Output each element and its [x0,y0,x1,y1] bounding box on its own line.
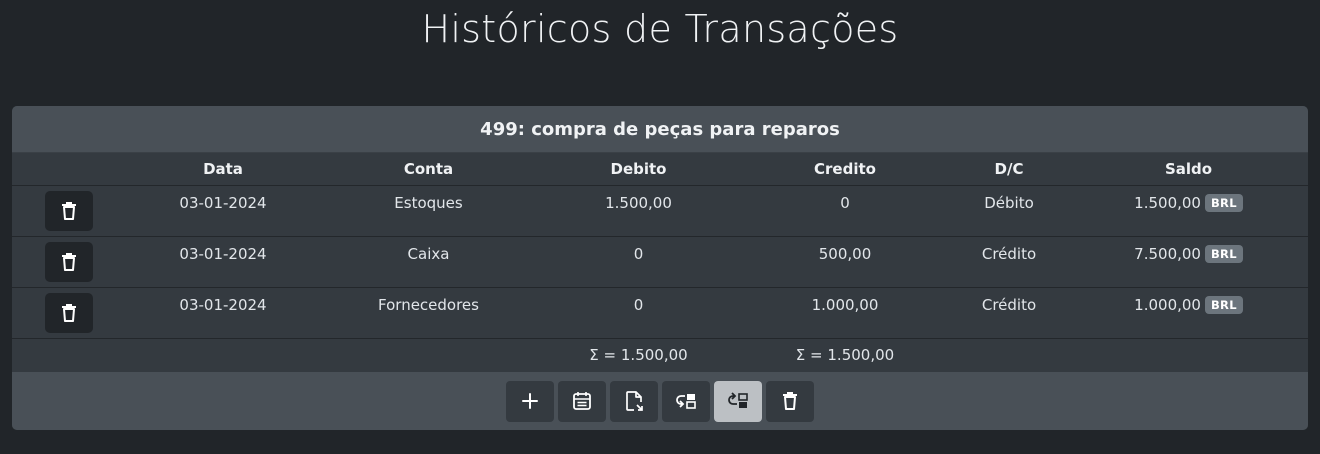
row-date: 03-01-2024 [179,245,267,263]
row-debit: 0 [633,245,644,263]
delete-transaction-button[interactable] [766,380,814,422]
row-date: 03-01-2024 [179,194,267,212]
row-balance: 1.000,00 [1134,296,1201,314]
currency-badge: BRL [1204,245,1243,263]
swap-right-icon [728,392,748,408]
column-header-actions [12,153,125,186]
row-account: Caixa [407,245,450,263]
row-delete-button[interactable] [45,191,93,231]
column-header-balance: Saldo [1069,153,1308,186]
row-delete-button[interactable] [45,242,93,282]
row-delete-button[interactable] [45,293,93,333]
table-row: 03-01-2024 Fornecedores 0 1.000,00 Crédi… [12,287,1308,339]
transaction-header: 499: compra de peças para reparos [12,106,1308,153]
page-title: Históricos de Transações [421,7,899,51]
toolbar [12,372,1308,430]
currency-badge: BRL [1204,296,1243,314]
column-header-dc: D/C [949,153,1069,186]
currency-badge: BRL [1204,194,1243,212]
transaction-card: 499: compra de peças para reparos Data C… [12,106,1308,430]
trash-icon [62,304,76,322]
row-credit: 1.000,00 [811,296,879,314]
table-row: 03-01-2024 Caixa 0 500,00 Crédito 7.500,… [12,236,1308,288]
column-header-credit: Credito [741,153,949,186]
row-credit: 0 [840,194,850,212]
row-balance: 1.500,00 [1134,194,1201,212]
trash-icon [62,253,76,271]
row-credit: 500,00 [818,245,872,263]
total-debit: Σ = 1.500,00 [589,346,688,364]
row-date: 03-01-2024 [179,296,267,314]
trash-icon [62,202,76,220]
calendar-icon [573,392,591,410]
column-header-debit: Debito [536,153,741,186]
row-balance: 7.500,00 [1134,245,1201,263]
row-dc: Débito [984,194,1034,212]
swap-right-button[interactable] [714,380,762,422]
swap-left-button[interactable] [662,380,710,422]
row-dc: Crédito [981,245,1037,263]
transaction-table: Data Conta Debito Credito D/C Saldo 03-0… [12,153,1308,371]
column-header-account: Conta [321,153,536,186]
swap-left-icon [676,394,696,409]
column-header-date: Data [125,153,321,186]
row-dc: Crédito [981,296,1037,314]
file-export-icon [626,391,643,411]
row-account: Fornecedores [378,296,479,314]
add-entry-button[interactable] [506,380,554,422]
plus-icon [522,393,538,409]
totals-row: Σ = 1.500,00 Σ = 1.500,00 [12,339,1308,372]
calendar-button[interactable] [558,380,606,422]
row-debit: 1.500,00 [605,194,672,212]
row-account: Estoques [394,194,463,212]
export-file-button[interactable] [610,380,658,422]
table-row: 03-01-2024 Estoques 1.500,00 0 Débito 1.… [12,185,1308,237]
total-credit: Σ = 1.500,00 [795,346,895,364]
table-header-row: Data Conta Debito Credito D/C Saldo [12,153,1308,186]
row-debit: 0 [633,296,644,314]
trash-icon [783,392,797,410]
